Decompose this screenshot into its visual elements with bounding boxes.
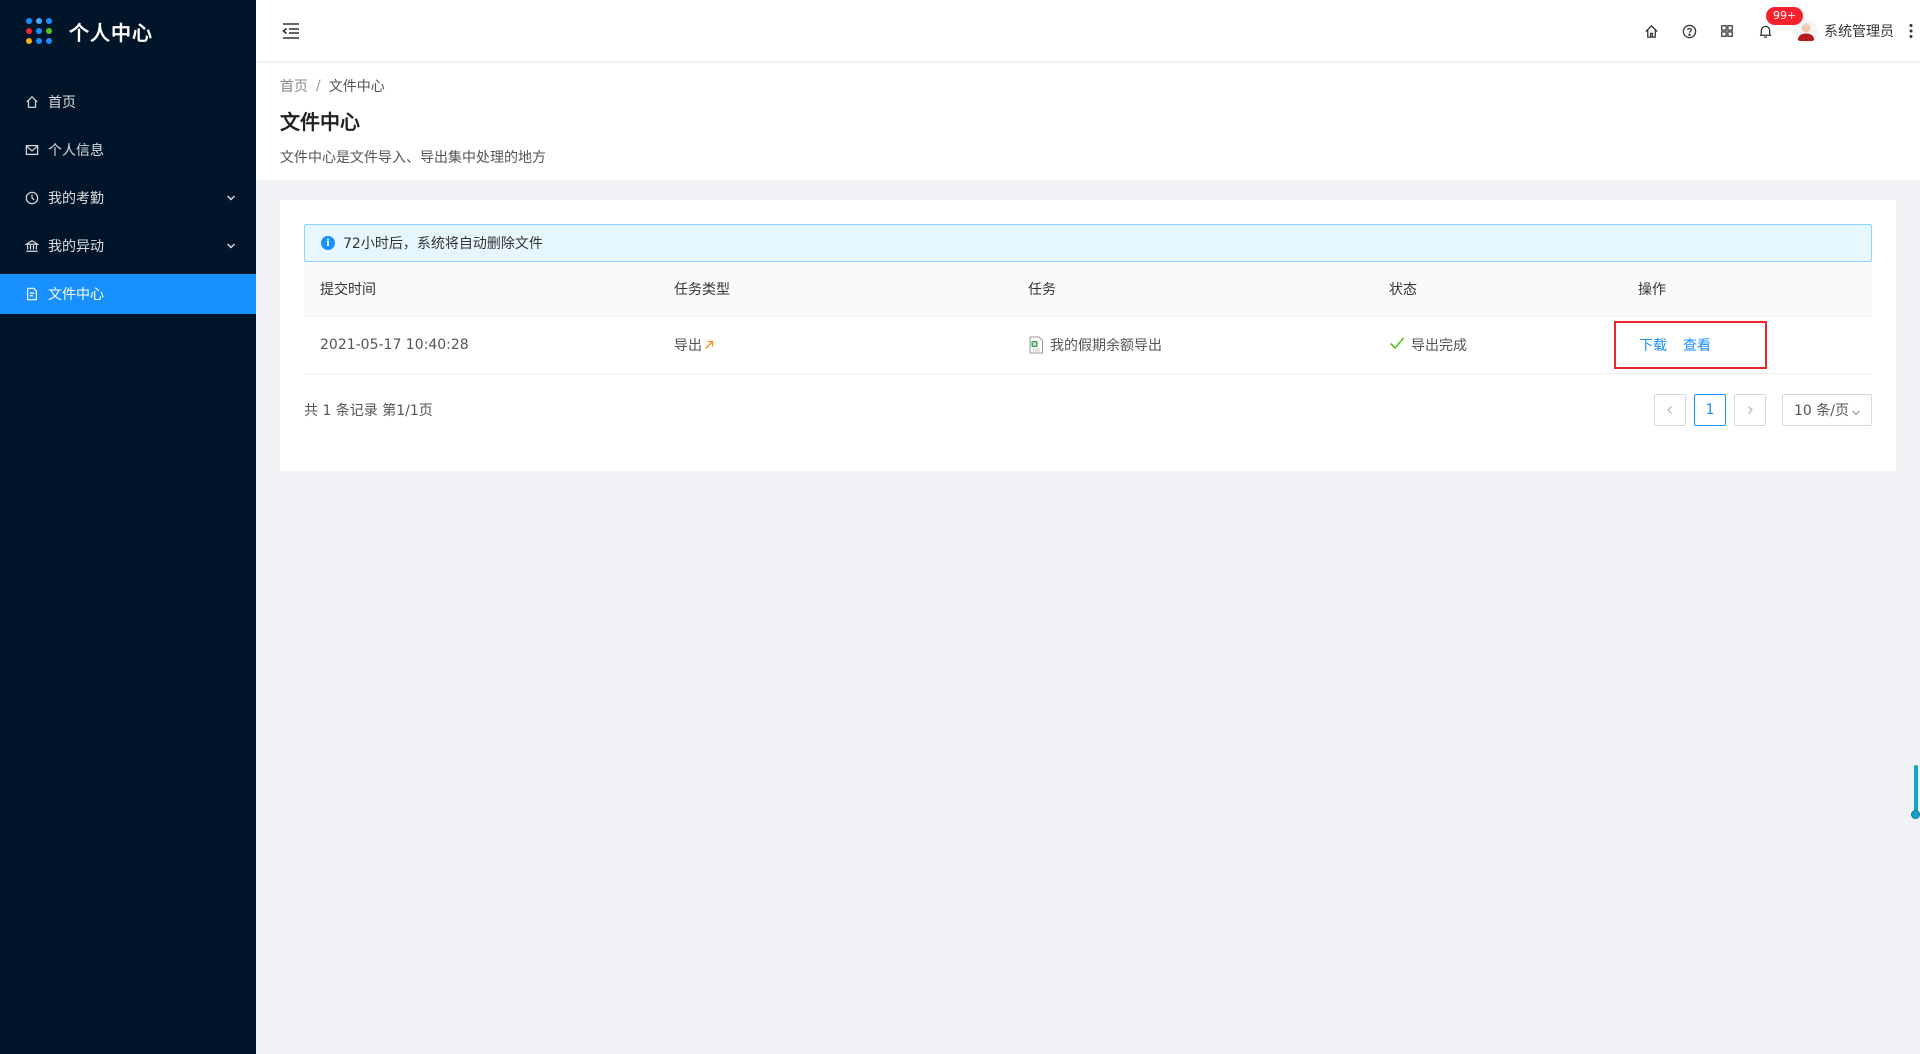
file-table: 提交时间 任务类型 任务 状态 操作 2021-05-17 10:40:28 导… (304, 262, 1872, 374)
download-link[interactable]: 下载 (1639, 335, 1667, 355)
page-button-1[interactable]: 1 (1694, 394, 1726, 426)
table-header: 提交时间 任务类型 任务 状态 操作 (304, 262, 1872, 317)
sidebar-item-label: 我的考勤 (48, 191, 104, 207)
user-name: 系统管理员 (1824, 24, 1894, 40)
column-header-task: 任务 (1028, 282, 1056, 298)
view-link[interactable]: 查看 (1683, 335, 1711, 355)
table-row: 2021-05-17 10:40:28 导出 我的假期余额导出 导出完成 下载 … (304, 317, 1872, 374)
home-icon (24, 94, 40, 110)
header-actions: 99+ 系统管理员 (1632, 0, 1920, 62)
notification-badge: 99+ (1766, 7, 1804, 25)
breadcrumb-separator: / (316, 78, 321, 94)
pagination-total: 共 1 条记录 第1/1页 (304, 403, 433, 419)
top-header: 99+ 系统管理员 (256, 0, 1920, 62)
sidebar-item-label: 我的异动 (48, 239, 104, 255)
prev-page-button[interactable] (1654, 394, 1686, 426)
sidebar-item-label: 文件中心 (48, 287, 104, 303)
more-vertical-icon[interactable] (1902, 0, 1920, 62)
breadcrumb-current: 文件中心 (328, 79, 385, 95)
task-type-label: 导出 (674, 338, 702, 354)
column-header-task-type: 任务类型 (674, 282, 730, 298)
page-header: 首页 / 文件中心 文件中心 文件中心是文件导入、导出集中处理的地方 (256, 63, 1920, 180)
bank-icon (24, 238, 40, 254)
column-header-status: 状态 (1389, 282, 1417, 298)
page-size-value: 10 条/页 (1794, 403, 1849, 419)
chevron-down-icon (226, 191, 236, 207)
cell-submit-time: 2021-05-17 10:40:28 (320, 337, 469, 353)
cell-task: 我的假期余额导出 (1012, 335, 1373, 355)
breadcrumb-home[interactable]: 首页 (280, 76, 308, 96)
column-header-submit-time: 提交时间 (320, 282, 376, 298)
page-size-select[interactable]: 10 条/页 (1782, 394, 1872, 426)
export-arrow-icon (704, 340, 714, 350)
mail-icon (24, 142, 40, 158)
file-list-card: i 72小时后，系统将自动删除文件 提交时间 任务类型 任务 状态 操作 202… (280, 200, 1896, 471)
pagination: 1 10 条/页 (1646, 394, 1872, 426)
excel-file-icon (1028, 336, 1044, 354)
status-label: 导出完成 (1411, 338, 1467, 354)
alert-text: 72小时后，系统将自动删除文件 (343, 236, 543, 252)
task-name: 我的假期余额导出 (1050, 338, 1162, 354)
sidebar-item-attendance[interactable]: 我的考勤 (0, 178, 256, 218)
sidebar-menu: 首页 个人信息 我的考勤 我的异动 文件中心 (0, 82, 256, 314)
page-title: 文件中心 (280, 110, 360, 134)
cell-task-type: 导出 (658, 335, 1012, 355)
file-icon (24, 286, 40, 302)
sidebar-item-file-center[interactable]: 文件中心 (0, 274, 256, 314)
scrollbar-handle[interactable] (1911, 810, 1920, 819)
sidebar-item-transfer[interactable]: 我的异动 (0, 226, 256, 266)
sidebar: 个人中心 首页 个人信息 我的考勤 我的异动 文件中心 (0, 0, 256, 1054)
cell-actions: 下载 查看 (1614, 321, 1872, 369)
breadcrumb: 首页 / 文件中心 (280, 76, 1896, 96)
apps-grid-icon (26, 18, 52, 44)
pagination-row: 共 1 条记录 第1/1页 1 10 条/页 (304, 394, 1872, 426)
clock-icon (24, 190, 40, 206)
sidebar-item-label: 首页 (48, 95, 76, 111)
home-icon[interactable] (1632, 0, 1670, 62)
actions-highlight-box: 下载 查看 (1614, 321, 1767, 369)
chevron-down-icon (1851, 406, 1861, 422)
sidebar-item-label: 个人信息 (48, 143, 104, 159)
sidebar-item-profile[interactable]: 个人信息 (0, 130, 256, 170)
apps-icon[interactable] (1708, 0, 1746, 62)
next-page-button[interactable] (1734, 394, 1766, 426)
user-menu[interactable]: 系统管理员 (1794, 19, 1894, 43)
check-icon (1389, 336, 1405, 354)
notification-bell-icon[interactable]: 99+ (1746, 0, 1804, 62)
column-header-actions: 操作 (1638, 282, 1666, 298)
help-icon[interactable] (1670, 0, 1708, 62)
logo[interactable]: 个人中心 (0, 0, 256, 62)
cell-status: 导出完成 (1373, 335, 1622, 355)
chevron-down-icon (226, 239, 236, 255)
page-description: 文件中心是文件导入、导出集中处理的地方 (280, 150, 546, 166)
info-icon: i (321, 236, 335, 250)
info-alert: i 72小时后，系统将自动删除文件 (304, 224, 1872, 262)
sidebar-item-home[interactable]: 首页 (0, 82, 256, 122)
app-title: 个人中心 (69, 20, 153, 45)
menu-fold-icon[interactable] (280, 20, 302, 42)
